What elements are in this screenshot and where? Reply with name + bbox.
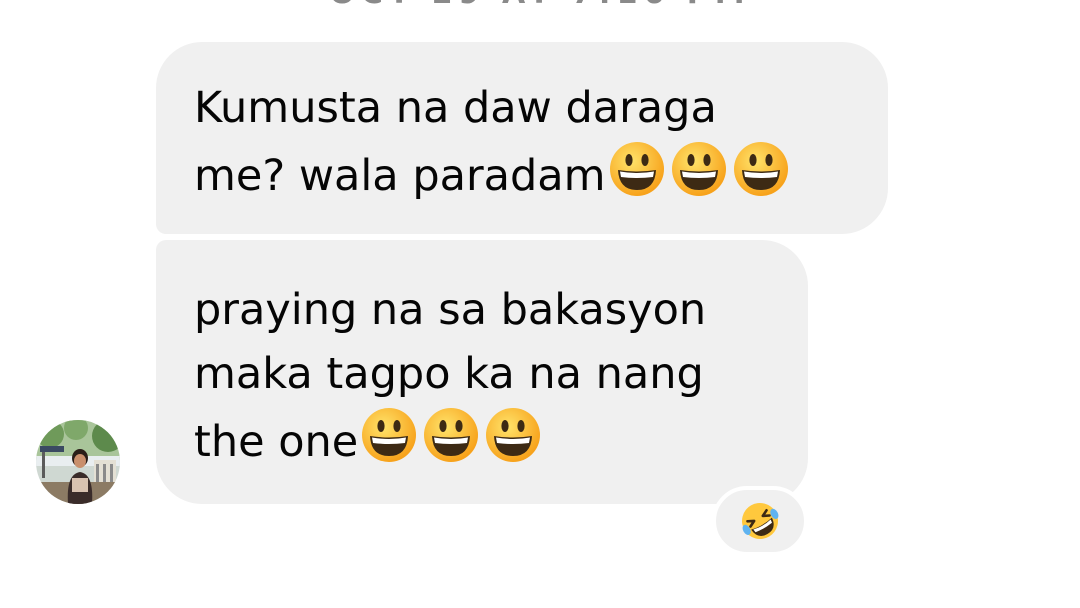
message-text-line: Kumusta na daw daraga	[194, 83, 717, 133]
grinning-face-icon	[362, 408, 417, 462]
message-text: the one	[194, 417, 359, 467]
message-bubble[interactable]: praying na sa bakasyon maka tagpo ka na …	[156, 240, 808, 504]
emoji-group	[608, 140, 794, 216]
message-timestamp: OCT 29 AT 7:16 PM	[0, 0, 1080, 11]
rolling-on-floor-laughing-icon	[742, 503, 779, 539]
message-text-line: praying na sa bakasyon	[194, 285, 707, 335]
message-reaction[interactable]	[712, 486, 808, 556]
grinning-face-icon	[486, 408, 541, 462]
sender-avatar[interactable]	[36, 420, 120, 504]
message-bubble[interactable]: Kumusta na daw daraga me? wala paradam	[156, 42, 888, 234]
message-text: me? wala paradam	[194, 151, 606, 201]
grinning-face-icon	[733, 142, 788, 196]
message-text-line: the one	[194, 406, 770, 482]
grinning-face-icon	[424, 408, 479, 462]
chat-screen: OCT 29 AT 7:16 PM Kumusta na daw daraga …	[0, 0, 1080, 608]
avatar-photo	[36, 420, 120, 504]
grinning-face-icon	[671, 142, 726, 196]
grinning-face-icon	[609, 142, 664, 196]
message-text-line: maka tagpo ka na nang	[194, 349, 704, 399]
message-text-line: me? wala paradam	[194, 140, 850, 216]
emoji-group	[360, 406, 546, 482]
